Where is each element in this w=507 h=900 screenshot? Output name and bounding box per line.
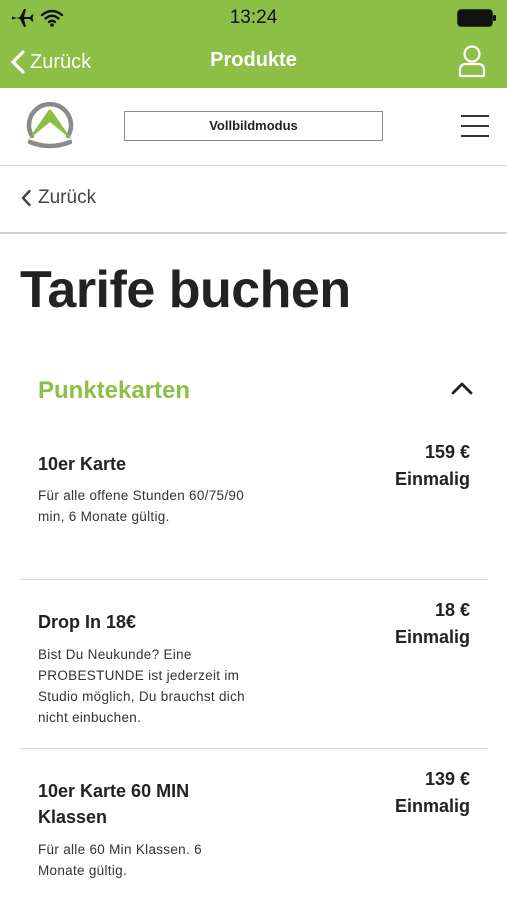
product-item[interactable]: Drop In 18€ Bist Du Neukunde? Eine PROBE… xyxy=(20,580,488,749)
product-price-value: 159 € xyxy=(424,442,470,462)
product-description: Bist Du Neukunde? Eine PROBESTUNDE ist j… xyxy=(38,647,245,725)
navigation-bar: Zurück Produkte xyxy=(0,36,507,88)
product-name: 10er Karte xyxy=(38,454,127,474)
app-header: Vollbildmodus xyxy=(0,88,507,166)
product-price: 139 € Einmalig xyxy=(395,766,470,820)
nav-title: Produkte xyxy=(210,49,297,71)
chevron-up-icon[interactable] xyxy=(451,380,473,396)
product-billing: Einmalig xyxy=(394,469,470,489)
product-description: Für alle 60 Min Klassen. 6 Monate gültig… xyxy=(38,842,202,878)
chevron-left-icon xyxy=(21,189,31,207)
logo[interactable] xyxy=(22,98,78,150)
product-description: Für alle offene Stunden 60/75/90 min, 6 … xyxy=(38,488,245,524)
fullscreen-button[interactable]: Vollbildmodus xyxy=(124,111,383,141)
back-link[interactable]: Zurück xyxy=(20,187,96,209)
product-billing: Einmalig xyxy=(394,627,470,647)
status-bar: 13:24 xyxy=(0,0,507,36)
product-name: 10er Karte 60 MIN Klassen xyxy=(38,781,190,827)
battery-icon xyxy=(457,9,496,27)
product-item[interactable]: 10er Karte Für alle offene Stunden 60/75… xyxy=(20,430,488,580)
product-price-value: 18 € xyxy=(434,600,470,620)
product-price: 18 € Einmalig xyxy=(395,597,470,651)
hamburger-menu-icon[interactable] xyxy=(461,115,489,137)
user-icon[interactable] xyxy=(457,44,487,78)
section-header-punktekarten[interactable]: Punktekarten xyxy=(20,372,487,412)
product-price: 159 € Einmalig xyxy=(395,439,470,493)
back-row: Zurück xyxy=(0,166,507,234)
page-title: Tarife buchen xyxy=(20,261,351,319)
product-billing: Einmalig xyxy=(394,796,470,816)
product-name: Drop In 18€ xyxy=(38,612,137,632)
product-price-value: 139 € xyxy=(424,769,470,789)
product-item[interactable]: 10er Karte 60 MIN Klassen Für alle 60 Mi… xyxy=(20,749,488,900)
section-title: Punktekarten xyxy=(38,377,191,404)
back-link-label: Zurück xyxy=(38,187,97,208)
status-time: 13:24 xyxy=(229,7,278,28)
